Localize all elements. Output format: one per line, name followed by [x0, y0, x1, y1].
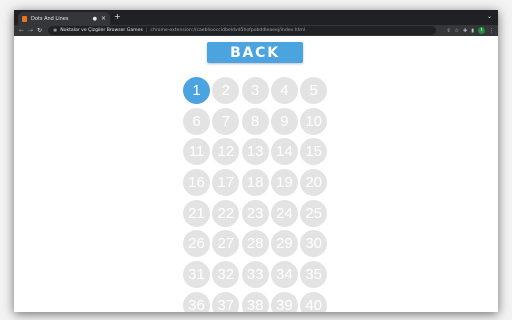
- level-button-34[interactable]: 34: [270, 261, 298, 289]
- level-button-21[interactable]: 21: [183, 199, 210, 227]
- level-button-27[interactable]: 27: [212, 230, 240, 258]
- level-button-7[interactable]: 7: [212, 107, 240, 135]
- address-bar[interactable]: ✱ Noktalar ve Çizgiler Browser Games | c…: [48, 26, 436, 35]
- url-separator: |: [145, 28, 148, 33]
- extensions-puzzle-icon[interactable]: ✚: [463, 28, 467, 34]
- level-button-12[interactable]: 12: [212, 138, 240, 166]
- level-button-16[interactable]: 16: [183, 169, 210, 197]
- level-button-35[interactable]: 35: [300, 261, 328, 289]
- level-button-19[interactable]: 19: [270, 169, 298, 197]
- level-button-28[interactable]: 28: [241, 230, 269, 258]
- screenshot-frame: Dots And Lines ● × + ⌄ ← → ↻ ✱ Noktalar …: [0, 0, 512, 320]
- back-arrow-icon[interactable]: ←: [17, 25, 26, 36]
- profile-avatar[interactable]: t: [478, 27, 485, 34]
- site-name: Noktalar ve Çizgiler Browser Games: [60, 28, 143, 33]
- level-button-40[interactable]: 40: [300, 291, 328, 312]
- toolbar-actions: ⇪ ☆ ✚ ▮ t ⋮: [446, 25, 494, 36]
- level-button-23[interactable]: 23: [241, 199, 269, 227]
- level-button-17[interactable]: 17: [212, 169, 240, 197]
- level-button-38[interactable]: 38: [241, 291, 269, 312]
- level-button-36[interactable]: 36: [183, 291, 210, 312]
- tab-strip: Dots And Lines ● × + ⌄: [14, 10, 498, 25]
- tab-title: Dots And Lines: [31, 15, 69, 22]
- extension-puzzle-icon: ✱: [53, 27, 58, 34]
- level-button-22[interactable]: 22: [212, 199, 240, 227]
- sidepanel-icon[interactable]: ▮: [471, 28, 474, 34]
- level-button-11[interactable]: 11: [183, 138, 210, 166]
- level-button-39[interactable]: 39: [270, 291, 298, 312]
- forward-arrow-icon[interactable]: →: [26, 25, 35, 36]
- level-button-3[interactable]: 3: [241, 77, 269, 104]
- tab-search-chevron-icon[interactable]: ⌄: [487, 13, 492, 20]
- level-button-9[interactable]: 9: [270, 107, 298, 135]
- tab-close-icon[interactable]: ×: [101, 15, 106, 22]
- reload-icon[interactable]: ↻: [35, 25, 44, 36]
- level-button-13[interactable]: 13: [241, 138, 269, 166]
- level-button-26[interactable]: 26: [183, 230, 210, 258]
- level-button-32[interactable]: 32: [212, 261, 240, 289]
- level-button-14[interactable]: 14: [270, 138, 298, 166]
- level-grid: 1 2 3 4 5 6 7 8 9 10 11 12 13 14 15 16 17 18 19 20 21 22 23 24 2…: [183, 77, 328, 312]
- level-button-29[interactable]: 29: [270, 230, 298, 258]
- bookmark-star-icon[interactable]: ☆: [455, 28, 459, 34]
- level-button-18[interactable]: 18: [241, 169, 269, 197]
- new-tab-button[interactable]: +: [114, 12, 121, 22]
- level-button-31[interactable]: 31: [183, 261, 210, 289]
- tab-dots-and-lines[interactable]: Dots And Lines ● ×: [18, 12, 110, 25]
- level-button-33[interactable]: 33: [241, 261, 269, 289]
- url-text: chrome-extension://caebliooccidbeldvd5ho…: [150, 28, 306, 33]
- level-button-30[interactable]: 30: [300, 230, 328, 258]
- level-button-4[interactable]: 4: [270, 77, 298, 104]
- level-button-10[interactable]: 10: [300, 107, 328, 135]
- level-button-6[interactable]: 6: [183, 107, 210, 135]
- level-button-8[interactable]: 8: [241, 107, 269, 135]
- back-button[interactable]: BACK: [207, 42, 303, 63]
- game-page: BACK 1 2 3 4 5 6 7 8 9 10 11 12 13 14 15 16 17 18 19 20 21 22…: [14, 36, 498, 312]
- kebab-menu-icon[interactable]: ⋮: [489, 28, 494, 34]
- level-button-25[interactable]: 25: [300, 199, 328, 227]
- browser-toolbar: ← → ↻ ✱ Noktalar ve Çizgiler Browser Gam…: [14, 25, 498, 36]
- tab-favicon-icon: [22, 15, 27, 22]
- level-button-5[interactable]: 5: [300, 77, 328, 104]
- level-button-37[interactable]: 37: [212, 291, 240, 312]
- browser-window: Dots And Lines ● × + ⌄ ← → ↻ ✱ Noktalar …: [14, 10, 498, 312]
- level-button-15[interactable]: 15: [300, 138, 328, 166]
- level-button-24[interactable]: 24: [270, 199, 298, 227]
- tab-audio-dot-icon: ●: [92, 15, 97, 22]
- level-button-20[interactable]: 20: [300, 169, 328, 197]
- level-button-2[interactable]: 2: [212, 77, 240, 104]
- share-icon[interactable]: ⇪: [446, 28, 450, 34]
- level-button-1[interactable]: 1: [183, 77, 210, 104]
